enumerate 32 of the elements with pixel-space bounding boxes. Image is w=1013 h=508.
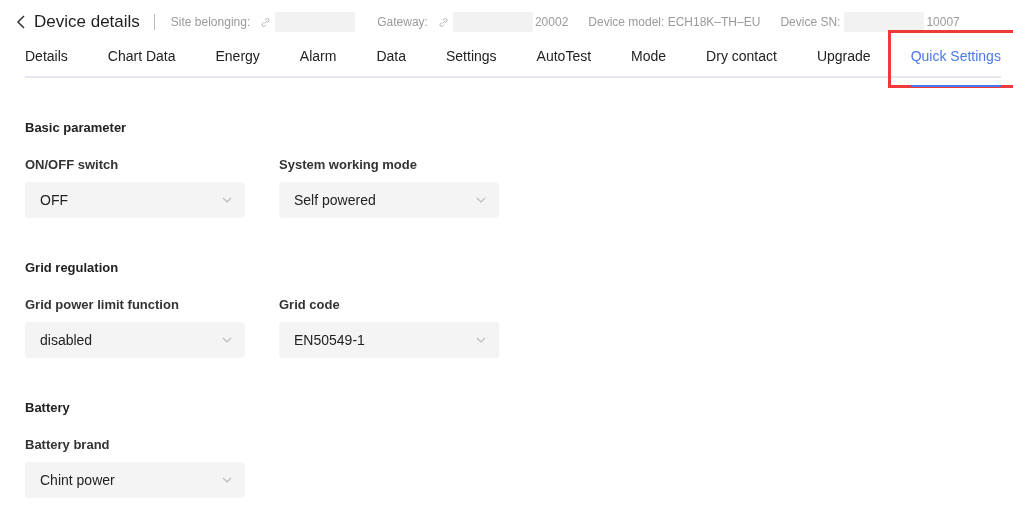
tab[interactable]: Dry contact: [706, 44, 777, 76]
tab[interactable]: Data: [376, 44, 406, 76]
field-label: System working mode: [279, 157, 418, 172]
field-label: ON/OFF switch: [25, 157, 120, 172]
tab[interactable]: Chart Data: [107, 44, 176, 76]
back-icon[interactable]: [16, 15, 26, 29]
select-field[interactable]: Chint power: [25, 462, 245, 498]
select-field[interactable]: EN50549-1: [279, 322, 499, 358]
section-title: Basic parameter: [25, 120, 128, 135]
section-title: Grid regulation: [25, 260, 120, 275]
select-field[interactable]: Self powered: [279, 182, 499, 218]
meta-label: Gateway:: [377, 15, 428, 29]
meta-value: 20002: [534, 15, 569, 29]
select-field[interactable]: disabled: [25, 322, 245, 358]
tab[interactable]: Alarm: [299, 44, 337, 76]
tab[interactable]: AutoTest: [536, 44, 592, 76]
tab[interactable]: Energy: [215, 44, 260, 76]
tab[interactable]: Upgrade: [816, 44, 871, 76]
tab[interactable]: Quick Settings: [910, 44, 1001, 87]
section-title: Battery: [25, 400, 71, 415]
page-title: Device details: [34, 12, 140, 32]
meta-label: Site belonging:: [170, 15, 251, 29]
tab[interactable]: Settings: [446, 44, 497, 76]
field-label: Grid power limit function: [25, 297, 180, 312]
field-label: Battery brand: [25, 437, 111, 452]
meta-label: Device SN:: [780, 15, 841, 29]
tab[interactable]: Details: [25, 44, 68, 76]
tab[interactable]: Mode: [631, 44, 667, 76]
meta-value: 10007: [926, 15, 960, 29]
field-label: Grid code: [279, 297, 341, 312]
meta-label: Device model: ECH18K–TH–EU: [588, 15, 761, 29]
select-field[interactable]: OFF: [25, 182, 245, 218]
